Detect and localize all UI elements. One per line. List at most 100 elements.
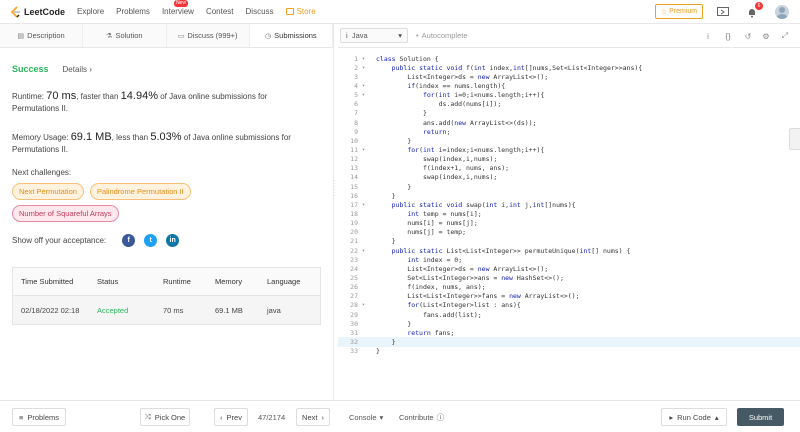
prev-button[interactable]: ‹ Prev — [214, 408, 248, 426]
fold-icon[interactable]: ▾ — [362, 65, 372, 71]
pick-one-button[interactable]: ⤨ Pick One — [140, 408, 190, 426]
code-line[interactable]: 7 } — [338, 109, 800, 118]
fullscreen-icon[interactable]: ⤢ — [779, 30, 791, 42]
flask-icon: ⚗ — [106, 32, 113, 40]
problems-button[interactable]: ≡ Problems — [12, 408, 66, 426]
contribute-link[interactable]: Contribute ⓘ — [399, 408, 444, 426]
code-line[interactable]: 9 return; — [338, 127, 800, 136]
code-line[interactable]: 23 int index = 0; — [338, 255, 800, 264]
code-line[interactable]: 26 f(index, nums, ans); — [338, 283, 800, 292]
premium-button[interactable]: ☆ Premium — [655, 4, 703, 19]
table-row[interactable]: 02/18/2022 02:18 Accepted 70 ms 69.1 MB … — [13, 296, 320, 324]
list-icon: ≡ — [18, 412, 24, 422]
chevron-left-icon: ‹ — [220, 412, 223, 422]
autocomplete-label: Autocomplete — [421, 31, 468, 40]
nav-store[interactable]: Store — [285, 7, 316, 16]
code-line[interactable]: 30 } — [338, 319, 800, 328]
code-line[interactable]: 5 ▾ for(int i=0;i<nums.length;i++){ — [338, 91, 800, 100]
status-accepted[interactable]: Accepted — [97, 306, 163, 315]
fold-icon[interactable]: ▾ — [362, 147, 372, 153]
linkedin-icon[interactable]: in — [166, 234, 180, 247]
runtime-value: 70 ms — [46, 90, 77, 102]
code-line[interactable]: 21 } — [338, 237, 800, 246]
facebook-icon[interactable]: f — [122, 234, 136, 247]
code-text: f(index+1, nums, ans); — [376, 164, 510, 173]
fold-icon[interactable]: ▾ — [362, 83, 372, 89]
reset-icon[interactable]: ↺ — [742, 30, 754, 42]
code-area[interactable]: 1 ▾ class Solution {2 ▾ public static void … — [338, 54, 800, 356]
next-button[interactable]: Next › — [296, 408, 330, 426]
memory-stat: Memory Usage: 69.1 MB, less than 5.03% o… — [12, 131, 312, 156]
memory-mid: , less than — [111, 133, 151, 142]
fold-icon[interactable]: ▾ — [362, 248, 372, 254]
nav-problems[interactable]: Problems — [116, 7, 150, 16]
fold-icon[interactable]: ▾ — [362, 302, 372, 308]
line-number: 27 — [350, 292, 358, 301]
code-line[interactable]: 16 } — [338, 191, 800, 200]
bell-icon[interactable]: 6 — [745, 2, 763, 19]
column-header: Memory — [215, 277, 243, 286]
code-line[interactable]: 29 fans.add(list); — [338, 310, 800, 319]
code-line[interactable]: 28 ▾ for(List<Integer>list : ans){ — [338, 301, 800, 310]
code-line[interactable]: 20 nums[j] = temp; — [338, 228, 800, 237]
tab-submissions[interactable]: ◷ Submissions — [249, 24, 333, 47]
submit-button[interactable]: Submit — [737, 408, 784, 426]
code-line[interactable]: 8 ans.add(new ArrayList<>(ds)); — [338, 118, 800, 127]
code-line[interactable]: 4 ▾ if(index == nums.length){ — [338, 81, 800, 90]
code-line[interactable]: 1 ▾ class Solution { — [338, 54, 800, 63]
fold-icon[interactable]: ▾ — [362, 56, 372, 62]
code-line[interactable]: 2 ▾ public static void f(int index,int[]n… — [338, 63, 800, 72]
nav-discuss[interactable]: Discuss — [246, 7, 274, 16]
code-line[interactable]: 25 Set<List<Integer>>ans = new HashSet<>… — [338, 273, 800, 282]
challenge-chip[interactable]: Number of Squareful Arrays — [12, 205, 119, 222]
code-line[interactable]: 19 nums[i] = nums[j]; — [338, 219, 800, 228]
tab-description[interactable]: ▤ Description — [0, 24, 84, 47]
autocomplete-toggle[interactable]: • Autocomplete — [416, 31, 468, 40]
language-label: Java — [351, 31, 368, 40]
code-line[interactable]: 12 swap(index,i,nums); — [338, 155, 800, 164]
language-select[interactable]: i Java ▾ — [340, 28, 408, 43]
code-line[interactable]: 14 swap(index,i,nums); — [338, 173, 800, 182]
code-line[interactable]: 17 ▾ public static void swap(int i,int j,… — [338, 200, 800, 209]
run-code-button[interactable]: ▸ Run Code ▴ — [661, 408, 727, 426]
line-number: 23 — [350, 255, 358, 264]
nav-contest[interactable]: Contest — [206, 7, 234, 16]
settings-icon[interactable]: ⚙ — [760, 30, 772, 42]
code-line[interactable]: 22 ▾ public static List<List<Integer>> pe… — [338, 246, 800, 255]
nav-interview[interactable]: Interview New — [162, 0, 194, 16]
code-line[interactable]: 27 List<List<Integer>>fans = new ArrayLi… — [338, 292, 800, 301]
braces-icon[interactable]: {} — [722, 30, 734, 42]
twitter-icon[interactable]: t — [144, 234, 158, 247]
code-line[interactable]: 10 } — [338, 136, 800, 145]
fold-icon[interactable]: ▾ — [362, 202, 372, 208]
code-line[interactable]: 24 List<Integer>ds = new ArrayList<>(); — [338, 264, 800, 273]
code-line[interactable]: 13 f(index+1, nums, ans); — [338, 164, 800, 173]
code-line[interactable]: 33} — [338, 347, 800, 356]
tab-solution[interactable]: ⚗ Solution — [83, 24, 167, 47]
tab-discuss[interactable]: ▭ Discuss (999+) — [167, 24, 250, 47]
playground-icon[interactable] — [716, 5, 730, 19]
avatar[interactable] — [775, 5, 789, 19]
console-toggle[interactable]: Console ▾ — [349, 408, 383, 426]
code-text: } — [376, 109, 427, 118]
code-text: public static List<List<Integer>> permut… — [391, 246, 631, 255]
challenge-chip[interactable]: Next Permutation — [12, 183, 84, 200]
code-line[interactable]: 3 List<Integer>ds = new ArrayList<>(); — [338, 72, 800, 81]
side-panel-tab[interactable] — [789, 128, 800, 150]
fold-icon[interactable]: ▾ — [362, 92, 372, 98]
code-line[interactable]: 11 ▾ for(int i=index;i<nums.length;i++){ — [338, 145, 800, 154]
challenge-chip[interactable]: Palindrome Permutation II — [89, 183, 191, 200]
code-line[interactable]: 6 ds.add(nums[i]); — [338, 100, 800, 109]
code-text: public static void f(int index,int[]nums… — [391, 63, 643, 72]
code-line[interactable]: 18 int temp = nums[i]; — [338, 209, 800, 218]
details-link[interactable]: Details › — [63, 65, 92, 74]
next-challenges: Next Permutation Palindrome Permutation … — [12, 183, 292, 222]
code-line[interactable]: 32 } — [338, 337, 800, 347]
logo[interactable]: LeetCode — [10, 5, 65, 18]
leetcode-logo-icon — [10, 5, 21, 18]
nav-explore[interactable]: Explore — [77, 7, 104, 16]
info-icon[interactable]: i — [702, 30, 714, 42]
code-line[interactable]: 15 } — [338, 182, 800, 191]
code-text: class Solution { — [376, 54, 439, 63]
code-line[interactable]: 31 return fans; — [338, 328, 800, 337]
